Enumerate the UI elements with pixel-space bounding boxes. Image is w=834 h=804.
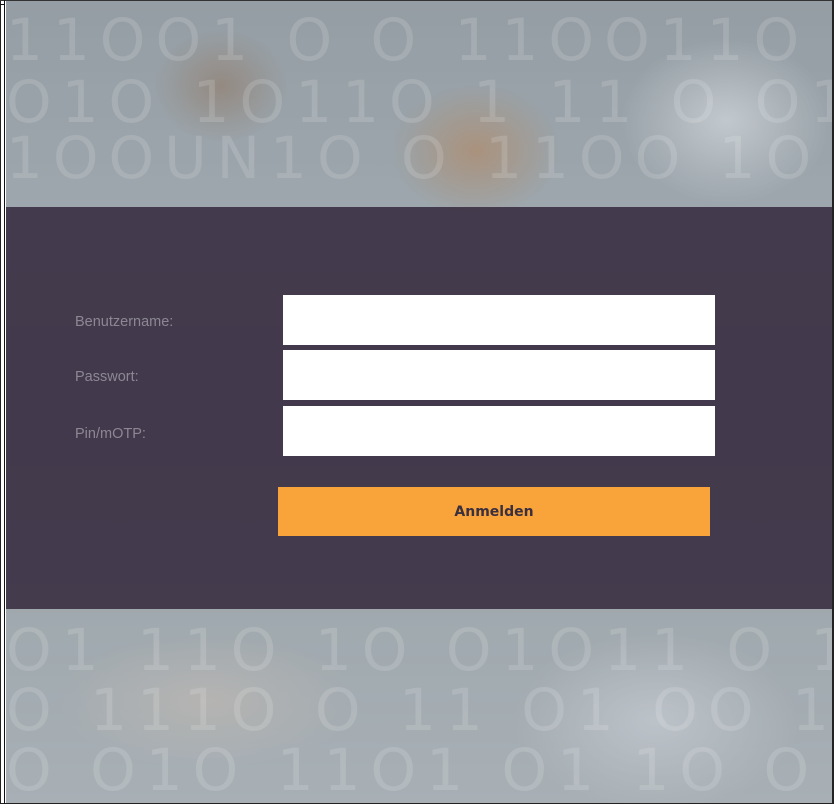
login-panel: Benutzername: Passwort: Pin/mOTP:	[6, 207, 833, 609]
username-input[interactable]	[283, 295, 715, 345]
login-button[interactable]: Anmelden	[278, 487, 710, 536]
password-label: Passwort:	[75, 369, 139, 385]
binary-pattern-decoration: 11OO1 O O 11OO11O 1O11O11	[6, 10, 833, 70]
binary-pattern-decoration: 1OOUN1O O 11OO 1O 1OO 11O	[6, 128, 833, 188]
binary-pattern-decoration: O1O 1O11O 1 11 O O1 11O 1 1	[6, 72, 833, 132]
login-page: 11OO1 O O 11OO11O 1O11O11 O1O 1O11O 1 11…	[0, 0, 834, 804]
window-frame-left	[4, 0, 5, 804]
window-frame-top	[0, 0, 834, 1]
pin-input[interactable]	[283, 406, 715, 456]
window-frame-corner	[0, 0, 5, 5]
binary-pattern-decoration: O1 11O 1O O1O11 O 1OO1O	[6, 620, 833, 680]
username-label: Benutzername:	[75, 314, 174, 330]
password-input[interactable]	[283, 350, 715, 400]
binary-pattern-decoration: O 111O O 11 O1 OO 1O11O1	[6, 680, 833, 740]
pin-label: Pin/mOTP:	[75, 426, 146, 442]
binary-pattern-decoration: O O1O 11O1 O1 1O O 1111	[6, 740, 833, 800]
